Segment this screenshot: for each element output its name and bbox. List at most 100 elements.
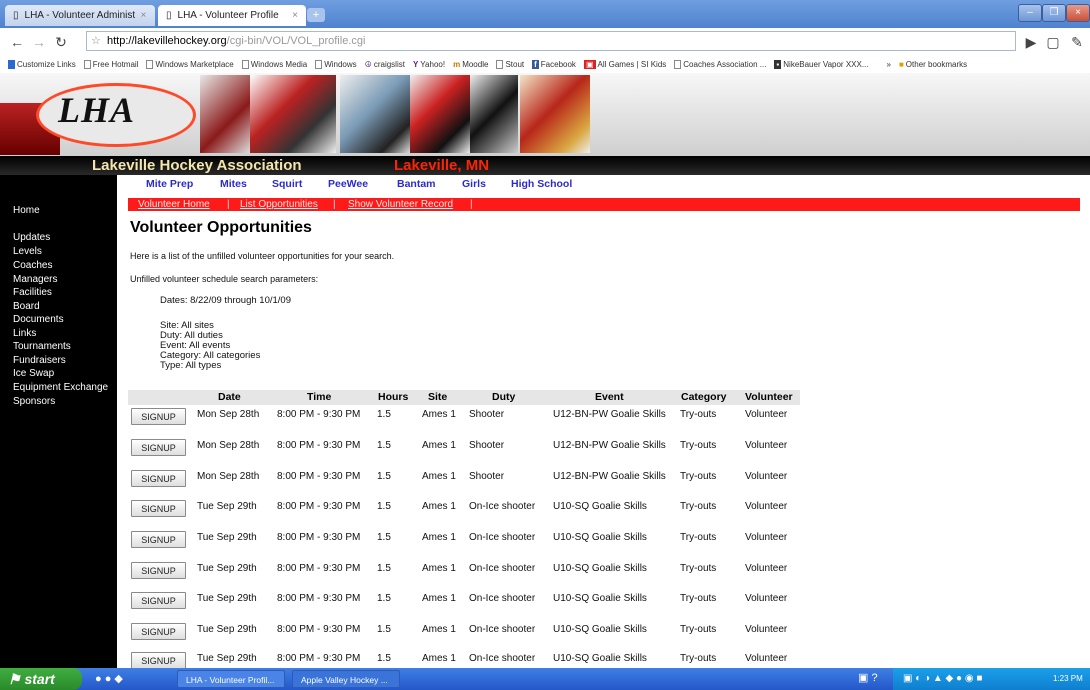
cell-volunteer: Volunteer <box>745 471 788 482</box>
tray-icons[interactable]: ▣ ◐ ◑ ▲ ◆ ● ◉ ■ <box>903 668 982 690</box>
cell-date: Tue Sep 29th <box>197 532 257 543</box>
close-icon[interactable]: × <box>141 10 147 21</box>
page-title: Volunteer Opportunities <box>130 219 312 236</box>
taskbar-item-apple-valley[interactable]: Apple Valley Hockey ... <box>292 670 400 688</box>
page-menu-icon[interactable]: ▢ <box>1044 33 1062 51</box>
bookmark-item[interactable]: ☮ craigslist <box>365 60 405 69</box>
close-icon[interactable]: × <box>292 10 298 21</box>
level-link-squirt[interactable]: Squirt <box>272 178 302 190</box>
sidebar-item-equipment-exchange[interactable]: Equipment Exchange <box>13 382 108 393</box>
sidebar-item-levels[interactable]: Levels <box>13 246 42 257</box>
reload-icon[interactable]: ↻ <box>52 33 70 51</box>
level-link-mite-prep[interactable]: Mite Prep <box>146 178 193 190</box>
forward-arrow-icon[interactable]: → <box>30 33 48 51</box>
bookmark-item[interactable]: Y Yahoo! <box>413 60 445 69</box>
cell-site: Ames 1 <box>422 409 456 420</box>
signup-button[interactable]: SIGNUP <box>131 623 186 640</box>
level-link-bantam[interactable]: Bantam <box>397 178 436 190</box>
chevron-more-icon[interactable]: » <box>887 60 891 69</box>
cell-time: 8:00 PM - 9:30 PM <box>277 653 361 664</box>
bookmark-item[interactable]: Coaches Association ... <box>674 59 766 69</box>
address-bar[interactable]: ☆ http://lakevillehockey.org/cgi-bin/VOL… <box>86 31 1016 51</box>
player-photo <box>200 75 250 153</box>
restore-button[interactable]: ❐ <box>1042 4 1066 22</box>
bookmark-item[interactable]: Free Hotmail <box>83 59 138 69</box>
taskbar-item-lha[interactable]: LHA - Volunteer Profil... <box>177 670 285 688</box>
sidebar-item-updates[interactable]: Updates <box>13 232 50 243</box>
cell-duty: On-Ice shooter <box>469 563 536 574</box>
cell-date: Tue Sep 29th <box>197 501 257 512</box>
sidebar-item-ice-swap[interactable]: Ice Swap <box>13 368 54 379</box>
page-icon: ▯ <box>13 10 19 21</box>
sidebar-item-home[interactable]: Home <box>13 205 40 216</box>
show-volunteer-record-link[interactable]: Show Volunteer Record <box>348 199 453 210</box>
start-button[interactable]: ⚑ start <box>0 668 82 690</box>
signup-button[interactable]: SIGNUP <box>131 652 186 669</box>
wrench-icon[interactable]: ✎ <box>1068 33 1086 51</box>
level-link-peewee[interactable]: PeeWee <box>328 178 368 190</box>
sidebar-item-tournaments[interactable]: Tournaments <box>13 341 71 352</box>
sidebar-item-documents[interactable]: Documents <box>13 314 64 325</box>
signup-button[interactable]: SIGNUP <box>131 408 186 425</box>
column-header-site: Site <box>428 391 448 403</box>
bookmark-item[interactable]: ▣ All Games | SI Kids <box>583 59 666 69</box>
cell-date: Tue Sep 29th <box>197 593 257 604</box>
back-arrow-icon[interactable]: ← <box>8 33 26 51</box>
sidebar-item-board[interactable]: Board <box>13 301 40 312</box>
quick-launch-icons[interactable]: ● ● ◆ <box>95 672 123 685</box>
sidebar-item-coaches[interactable]: Coaches <box>13 260 52 271</box>
bookmark-item[interactable]: Stout <box>496 59 524 69</box>
cell-time: 8:00 PM - 9:30 PM <box>277 593 361 604</box>
bookmark-item[interactable]: Windows Media <box>241 59 307 69</box>
tab-volunteer-administrator[interactable]: ▯ LHA - Volunteer Administrator × <box>5 5 155 26</box>
other-bookmarks[interactable]: ■ Other bookmarks <box>899 60 967 69</box>
facebook-icon: f <box>532 59 539 69</box>
bookmark-item[interactable]: m Moodle <box>453 60 488 69</box>
signup-button[interactable]: SIGNUP <box>131 500 186 517</box>
sidebar-item-fundraisers[interactable]: Fundraisers <box>13 355 66 366</box>
signup-button[interactable]: SIGNUP <box>131 592 186 609</box>
browser-toolbar: ← → ↻ ☆ http://lakevillehockey.org/cgi-b… <box>0 28 1090 56</box>
sidebar-item-sponsors[interactable]: Sponsors <box>13 396 55 407</box>
bookmark-item[interactable]: Windows <box>315 59 357 69</box>
column-header-duty: Duty <box>492 391 516 403</box>
sidebar-item-facilities[interactable]: Facilities <box>13 287 52 298</box>
cell-category: Try-outs <box>680 501 717 512</box>
go-icon[interactable]: ▶ <box>1022 33 1040 51</box>
sidebar-item-managers[interactable]: Managers <box>13 274 57 285</box>
cell-category: Try-outs <box>680 409 717 420</box>
signup-button[interactable]: SIGNUP <box>131 562 186 579</box>
list-opportunities-link[interactable]: List Opportunities <box>240 199 318 210</box>
bookmark-item[interactable]: f Facebook <box>532 59 576 69</box>
bookmark-item[interactable]: ▪ NikeBauer Vapor XXX... <box>774 59 869 69</box>
level-link-mites[interactable]: Mites <box>220 178 247 190</box>
site-title: Lakeville Hockey Association <box>92 157 302 174</box>
minimize-button[interactable]: – <box>1018 4 1042 22</box>
bookmark-item[interactable]: Windows Marketplace <box>146 59 234 69</box>
cell-category: Try-outs <box>680 563 717 574</box>
close-window-button[interactable]: × <box>1066 4 1090 22</box>
tray-extra-icons[interactable]: ▣ ? <box>858 671 878 684</box>
volunteer-home-link[interactable]: Volunteer Home <box>138 199 210 210</box>
folder-icon: ■ <box>898 59 904 69</box>
signup-button[interactable]: SIGNUP <box>131 531 186 548</box>
cell-volunteer: Volunteer <box>745 653 788 664</box>
nav-separator: | <box>227 199 230 210</box>
bookmark-item[interactable]: Customize Links <box>8 59 76 69</box>
cell-hours: 1.5 <box>377 593 391 604</box>
nav-separator: | <box>333 199 336 210</box>
cell-date: Mon Sep 28th <box>197 409 260 420</box>
cell-date: Mon Sep 28th <box>197 440 260 451</box>
star-icon[interactable]: ☆ <box>91 32 101 50</box>
intro-text: Here is a list of the unfilled volunteer… <box>130 251 395 261</box>
signup-button[interactable]: SIGNUP <box>131 470 186 487</box>
new-tab-button[interactable]: + <box>307 8 325 22</box>
system-tray: ▣ ◐ ◑ ▲ ◆ ● ◉ ■ 1:23 PM <box>893 668 1090 690</box>
tab-volunteer-profile[interactable]: ▯ LHA - Volunteer Profile × <box>158 5 306 26</box>
signup-button[interactable]: SIGNUP <box>131 439 186 456</box>
si-kids-icon: ▣ <box>583 59 596 69</box>
level-link-girls[interactable]: Girls <box>462 178 486 190</box>
level-link-high-school[interactable]: High School <box>511 178 572 190</box>
cell-category: Try-outs <box>680 593 717 604</box>
sidebar-item-links[interactable]: Links <box>13 328 36 339</box>
